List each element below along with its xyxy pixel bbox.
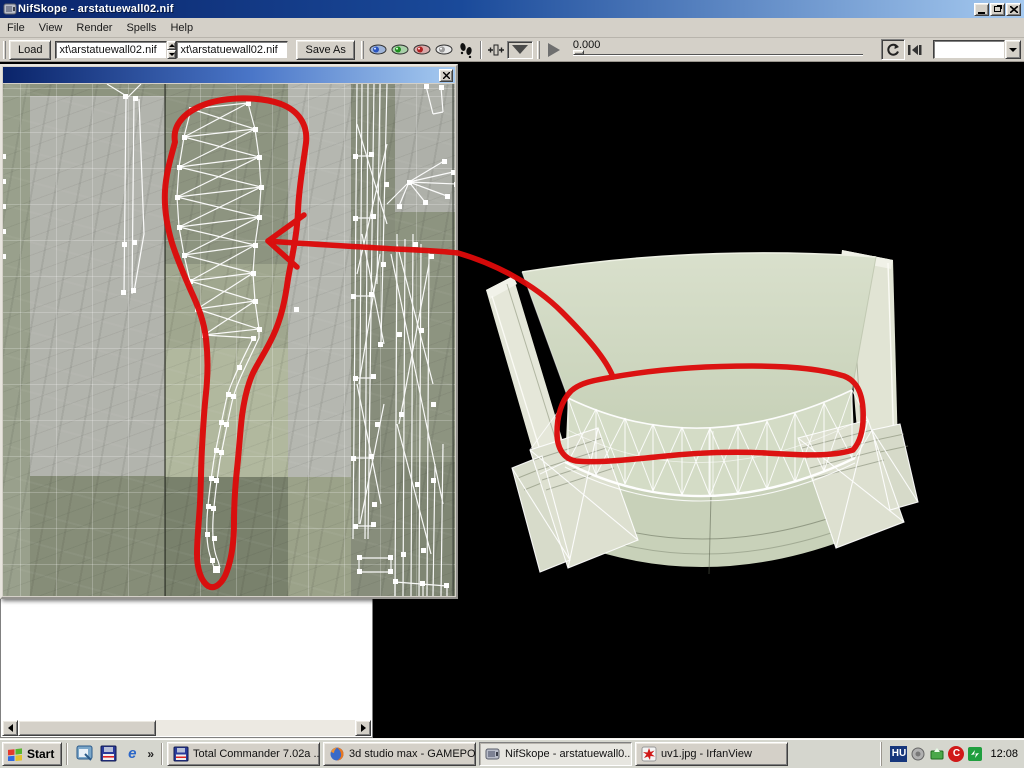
menu-view[interactable]: View bbox=[32, 19, 70, 37]
task-irfanview[interactable]: uv1.jpg - IrfanView bbox=[635, 741, 789, 766]
view-dropdown-button[interactable] bbox=[506, 40, 533, 59]
start-button[interactable]: Start bbox=[2, 741, 63, 766]
load-path-input[interactable]: xt\arstatuewall02.nif bbox=[55, 40, 168, 59]
volume-tray-icon[interactable] bbox=[910, 746, 926, 762]
toolbar-separator bbox=[479, 40, 482, 59]
spinner-up-icon bbox=[168, 43, 175, 47]
loop-toggle-button[interactable] bbox=[880, 39, 905, 60]
quicklaunch-desktop-icon[interactable] bbox=[74, 744, 94, 764]
menu-help[interactable]: Help bbox=[163, 19, 200, 37]
irfanview-icon bbox=[641, 746, 657, 761]
axis-move-icon[interactable] bbox=[485, 41, 507, 59]
play-icon bbox=[547, 42, 560, 57]
show-hidden-eye-gray-icon[interactable] bbox=[433, 41, 455, 59]
scroll-left-icon bbox=[7, 724, 13, 732]
quicklaunch-separator bbox=[66, 742, 69, 765]
uv-close-icon bbox=[442, 71, 450, 79]
security-letter: C bbox=[952, 748, 961, 759]
minimize-icon bbox=[978, 11, 985, 14]
task-total-commander[interactable]: Total Commander 7.02a ... bbox=[167, 741, 321, 766]
sync-tray-icon[interactable] bbox=[967, 746, 983, 762]
anim-combo-value bbox=[932, 40, 1005, 59]
block-list-panel[interactable] bbox=[0, 596, 373, 738]
texture-seam bbox=[164, 84, 166, 596]
scroll-right-button[interactable] bbox=[355, 720, 371, 736]
render-viewport[interactable] bbox=[373, 62, 1024, 738]
uv-texture-canvas[interactable] bbox=[3, 84, 455, 596]
save-as-button[interactable]: Save As bbox=[296, 39, 355, 60]
close-button[interactable] bbox=[1006, 2, 1021, 16]
tasks-separator bbox=[161, 742, 164, 765]
system-tray: HU C 12:08 bbox=[881, 741, 1024, 766]
anim-slider[interactable]: 0.000 bbox=[572, 39, 873, 61]
scroll-left-button[interactable] bbox=[2, 720, 18, 736]
taskbar: Start e » Total Commander 7.02a ... 3d s… bbox=[0, 738, 1024, 768]
footsteps-icon[interactable] bbox=[455, 41, 477, 59]
nifskope-app-icon bbox=[3, 3, 17, 15]
total-commander-icon bbox=[173, 746, 189, 761]
ie-e-glyph: e bbox=[128, 745, 137, 762]
firefox-icon bbox=[330, 747, 344, 760]
switch-animation-icon[interactable] bbox=[905, 41, 927, 59]
clock[interactable]: 12:08 bbox=[990, 748, 1018, 760]
anim-slider-track[interactable] bbox=[572, 53, 863, 55]
toolbar: Load xt\arstatuewall02.nif xt\arstatuewa… bbox=[0, 38, 1024, 62]
play-button[interactable] bbox=[543, 41, 565, 59]
spinner-down-icon bbox=[168, 52, 175, 56]
nifskope-icon bbox=[485, 748, 500, 759]
task-label: NifSkope - arstatuewall0... bbox=[505, 747, 633, 760]
scrollbar-thumb[interactable] bbox=[18, 720, 156, 736]
show-havok-eye-red-icon[interactable] bbox=[411, 41, 433, 59]
quicklaunch-internet-explorer-icon[interactable]: e bbox=[122, 744, 142, 764]
close-icon bbox=[1009, 5, 1018, 13]
anim-combobox[interactable] bbox=[932, 40, 1021, 59]
load-button[interactable]: Load bbox=[9, 39, 52, 60]
horizontal-scrollbar[interactable] bbox=[2, 720, 371, 736]
menu-render[interactable]: Render bbox=[69, 19, 119, 37]
menu-file[interactable]: File bbox=[0, 19, 32, 37]
restore-button[interactable] bbox=[990, 2, 1005, 16]
menu-bar: File View Render Spells Help bbox=[0, 18, 1024, 38]
menu-spells[interactable]: Spells bbox=[119, 19, 163, 37]
task-label: uv1.jpg - IrfanView bbox=[661, 747, 752, 760]
quicklaunch-overflow-chevron[interactable]: » bbox=[147, 747, 154, 761]
task-label: Total Commander 7.02a ... bbox=[193, 747, 321, 760]
task-nifskope[interactable]: NifSkope - arstatuewall0... bbox=[479, 741, 633, 766]
combo-dropdown-button[interactable] bbox=[1004, 40, 1021, 59]
safely-remove-tray-icon[interactable] bbox=[929, 746, 945, 762]
anim-slider-thumb[interactable] bbox=[572, 49, 584, 55]
combo-arrow-icon bbox=[1008, 47, 1017, 52]
task-3d-studio-max[interactable]: 3d studio max - GAMEPO... bbox=[323, 741, 477, 766]
uv-grid-overlay bbox=[3, 84, 455, 596]
path-spinner[interactable] bbox=[167, 40, 177, 59]
toolbar-grip-2[interactable] bbox=[360, 40, 364, 59]
loop-icon bbox=[887, 43, 899, 56]
language-indicator[interactable]: HU bbox=[890, 745, 908, 762]
uv-editor-window[interactable] bbox=[0, 64, 458, 599]
scroll-right-icon bbox=[360, 724, 366, 732]
show-blocks-eye-blue-icon[interactable] bbox=[367, 41, 389, 59]
toolbar-grip[interactable] bbox=[3, 40, 6, 59]
toolbar-grip-3[interactable] bbox=[536, 40, 540, 59]
title-bar[interactable]: NifSkope - arstatuewall02.nif bbox=[0, 0, 1024, 18]
main-content bbox=[0, 62, 1024, 738]
scrollbar-track[interactable] bbox=[156, 720, 355, 736]
start-label: Start bbox=[27, 746, 55, 761]
save-path-input[interactable]: xt\arstatuewall02.nif bbox=[176, 40, 289, 59]
restore-icon bbox=[994, 6, 1001, 12]
show-nodes-eye-green-icon[interactable] bbox=[389, 41, 411, 59]
uv-close-button[interactable] bbox=[439, 68, 453, 82]
big-dropdown-arrow-icon bbox=[511, 45, 528, 54]
security-tray-icon[interactable]: C bbox=[948, 745, 965, 762]
texture-seam bbox=[452, 84, 454, 596]
quicklaunch-total-commander-icon[interactable] bbox=[98, 744, 118, 764]
window-title: NifSkope - arstatuewall02.nif bbox=[18, 3, 174, 15]
minimize-button[interactable] bbox=[974, 2, 989, 16]
windows-flag-icon bbox=[8, 748, 22, 761]
task-label: 3d studio max - GAMEPO... bbox=[349, 747, 477, 760]
uv-editor-titlebar[interactable] bbox=[3, 67, 455, 83]
